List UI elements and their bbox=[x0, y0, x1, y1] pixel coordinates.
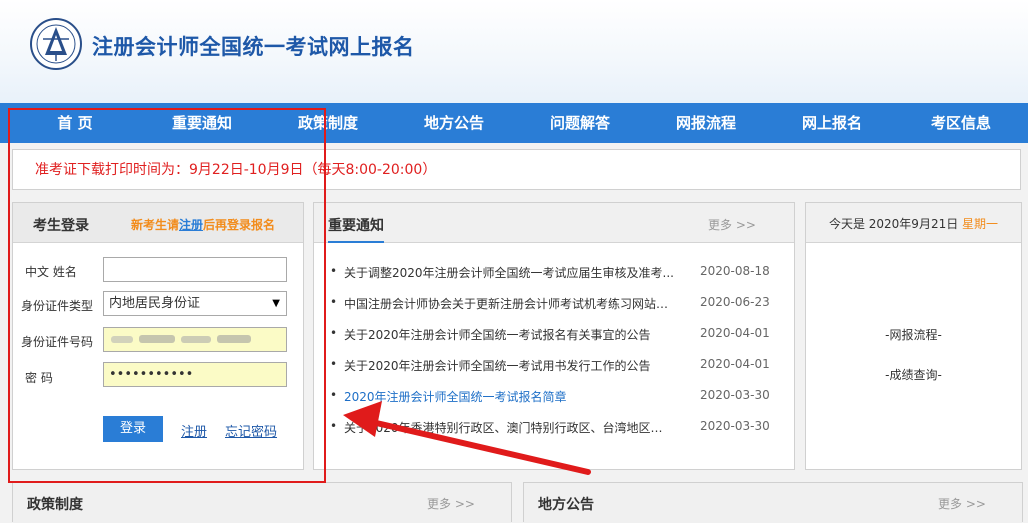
news-title[interactable]: 关于2020年注册会计师全国统一考试报名有关事宜的公告 bbox=[344, 326, 674, 343]
nav-item-process[interactable]: 网报流程 bbox=[651, 103, 761, 143]
nav-item-exam-areas[interactable]: 考区信息 bbox=[906, 103, 1016, 143]
login-hint-prefix: 新考生请 bbox=[131, 218, 180, 232]
news-item: • 关于调整2020年注册会计师全国统一考试应届生审核及准考... 2020-0… bbox=[330, 264, 770, 284]
nav-item-register[interactable]: 网上报名 bbox=[777, 103, 887, 143]
news-title[interactable]: 关于2020年香港特别行政区、澳门特别行政区、台湾地区居民及... bbox=[344, 419, 674, 436]
name-label: 中文 姓名 bbox=[25, 265, 77, 279]
forgot-password-link[interactable]: 忘记密码 bbox=[225, 421, 277, 440]
news-item: • 关于2020年注册会计师全国统一考试用书发行工作的公告 2020-04-01 bbox=[330, 357, 770, 377]
sidebar-link-scores[interactable]: -成绩查询- bbox=[806, 366, 1021, 383]
login-button[interactable]: 登录 bbox=[103, 416, 163, 442]
name-input[interactable] bbox=[103, 257, 287, 282]
bullet-icon: • bbox=[330, 419, 338, 433]
site-title: 注册会计师全国统一考试网上报名 bbox=[92, 35, 415, 59]
login-title: 考生登录 bbox=[33, 218, 89, 234]
sidebar-link-process[interactable]: -网报流程- bbox=[806, 326, 1021, 343]
news-date: 2020-04-01 bbox=[700, 326, 770, 340]
login-hint-suffix: 后再登录报名 bbox=[203, 218, 276, 232]
notices-more-link[interactable]: 更多 >> bbox=[708, 216, 756, 233]
notices-header: 重要通知 更多 >> bbox=[314, 203, 794, 243]
news-date: 2020-06-23 bbox=[700, 295, 770, 309]
bullet-icon: • bbox=[330, 264, 338, 278]
news-title[interactable]: 2020年注册会计师全国统一考试报名简章 bbox=[344, 388, 674, 405]
policy-more-link[interactable]: 更多 >> bbox=[427, 495, 475, 512]
local-more-link[interactable]: 更多 >> bbox=[938, 495, 986, 512]
nav-item-notices[interactable]: 重要通知 bbox=[147, 103, 257, 143]
local-title[interactable]: 地方公告 bbox=[538, 494, 594, 514]
news-date: 2020-04-01 bbox=[700, 357, 770, 371]
main-nav: 首 页 重要通知 政策制度 地方公告 问题解答 网报流程 网上报名 考区信息 bbox=[0, 103, 1028, 143]
bullet-icon: • bbox=[330, 326, 338, 340]
important-notices-panel: 重要通知 更多 >> • 关于调整2020年注册会计师全国统一考试应届生审核及准… bbox=[313, 202, 795, 470]
id-number-label: 身份证件号码 bbox=[21, 335, 94, 349]
cicpa-emblem-icon bbox=[30, 18, 82, 70]
local-announcements-panel: 地方公告 更多 >> bbox=[523, 482, 1023, 523]
id-type-value: 内地居民身份证 bbox=[109, 296, 201, 311]
policy-title[interactable]: 政策制度 bbox=[27, 494, 83, 514]
active-tab-underline bbox=[328, 241, 384, 243]
password-label: 密 码 bbox=[25, 371, 53, 385]
login-panel-header: 考生登录 新考生请注册后再登录报名 bbox=[13, 203, 303, 243]
nav-item-local[interactable]: 地方公告 bbox=[399, 103, 509, 143]
id-type-select[interactable]: 内地居民身份证 ▼ bbox=[103, 291, 287, 316]
news-item: • 关于2020年注册会计师全国统一考试报名有关事宜的公告 2020-04-01 bbox=[330, 326, 770, 346]
news-item: • 关于2020年香港特别行政区、澳门特别行政区、台湾地区居民及... 2020… bbox=[330, 419, 770, 439]
notice-bar: 准考证下载打印时间为：9月22日-10月9日（每天8:00-20:00） bbox=[12, 149, 1021, 190]
blurred-id-number bbox=[111, 335, 251, 343]
bullet-icon: • bbox=[330, 295, 338, 309]
sidebar-panel: 今天是 2020年9月21日 星期一 -网报流程- -成绩查询- bbox=[805, 202, 1022, 470]
id-number-input[interactable] bbox=[103, 327, 287, 352]
bullet-icon: • bbox=[330, 388, 338, 402]
login-hint: 新考生请注册后再登录报名 bbox=[131, 216, 275, 233]
today-prefix: 今天是 2020年9月21日 bbox=[828, 217, 963, 231]
site-header: 注册会计师全国统一考试网上报名 bbox=[0, 0, 1028, 103]
policy-panel: 政策制度 更多 >> bbox=[12, 482, 512, 523]
bullet-icon: • bbox=[330, 357, 338, 371]
hint-register-link[interactable]: 注册 bbox=[179, 218, 203, 232]
news-item: • 中国注册会计师协会关于更新注册会计师考试机考练习网站的公... 2020-0… bbox=[330, 295, 770, 315]
id-type-label: 身份证件类型 bbox=[21, 299, 94, 313]
chevron-down-icon: ▼ bbox=[272, 298, 280, 309]
notice-text: 准考证下载打印时间为：9月22日-10月9日（每天8:00-20:00） bbox=[35, 162, 437, 178]
news-title[interactable]: 中国注册会计师协会关于更新注册会计师考试机考练习网站的公... bbox=[344, 295, 674, 312]
nav-item-faq[interactable]: 问题解答 bbox=[525, 103, 635, 143]
news-date: 2020-03-30 bbox=[700, 388, 770, 402]
today-date: 今天是 2020年9月21日 星期一 bbox=[806, 215, 1021, 232]
sidebar-header: 今天是 2020年9月21日 星期一 bbox=[806, 203, 1021, 243]
news-date: 2020-08-18 bbox=[700, 264, 770, 278]
notices-title[interactable]: 重要通知 bbox=[328, 215, 384, 235]
nav-item-home[interactable]: 首 页 bbox=[20, 103, 130, 143]
password-input[interactable]: ••••••••••• bbox=[103, 362, 287, 387]
news-title[interactable]: 关于调整2020年注册会计师全国统一考试应届生审核及准考... bbox=[344, 264, 674, 281]
news-date: 2020-03-30 bbox=[700, 419, 770, 433]
nav-item-policy[interactable]: 政策制度 bbox=[273, 103, 383, 143]
news-title[interactable]: 关于2020年注册会计师全国统一考试用书发行工作的公告 bbox=[344, 357, 674, 374]
news-item: • 2020年注册会计师全国统一考试报名简章 2020-03-30 bbox=[330, 388, 770, 408]
local-header: 地方公告 更多 >> bbox=[524, 483, 1022, 523]
weekday: 星期一 bbox=[962, 217, 999, 231]
policy-header: 政策制度 更多 >> bbox=[13, 483, 511, 523]
register-link[interactable]: 注册 bbox=[181, 421, 207, 440]
login-panel: 考生登录 新考生请注册后再登录报名 中文 姓名 身份证件类型 内地居民身份证 ▼… bbox=[12, 202, 304, 470]
